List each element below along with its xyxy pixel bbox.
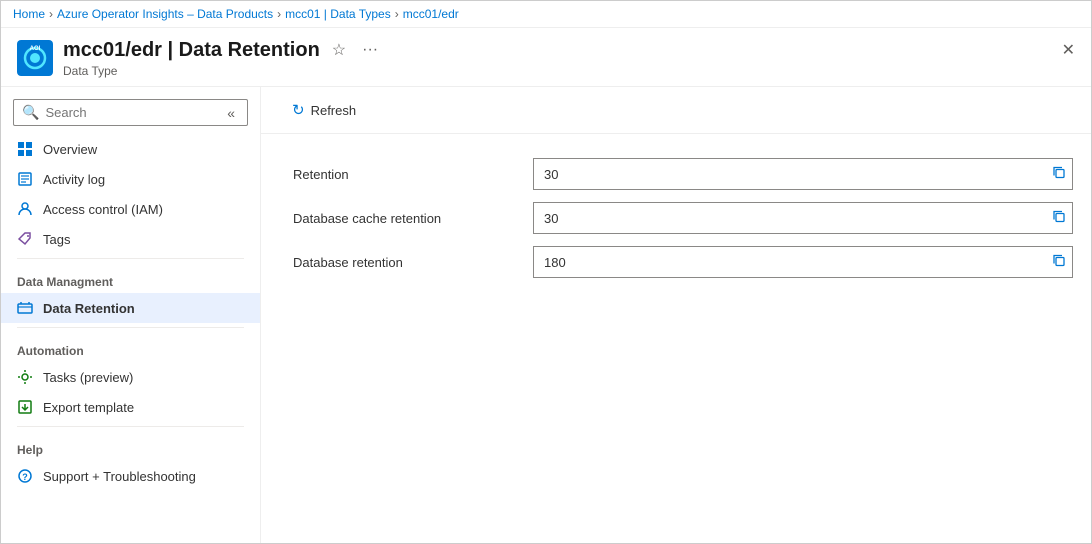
db-retention-value-box: 180 (533, 246, 1073, 278)
retention-value: 30 (544, 167, 1062, 182)
main-window: Home › Azure Operator Insights – Data Pr… (0, 0, 1092, 544)
db-cache-retention-field-row: Database cache retention 30 (293, 202, 1059, 234)
sidebar-item-tasks[interactable]: Tasks (preview) (1, 362, 260, 392)
db-retention-field-row: Database retention 180 (293, 246, 1059, 278)
search-container: 🔍 « (13, 99, 248, 126)
retention-copy-button[interactable] (1052, 166, 1066, 183)
sidebar-item-export-template-label: Export template (43, 400, 134, 415)
breadcrumb-current[interactable]: mcc01/edr (403, 7, 459, 21)
retention-value-box: 30 (533, 158, 1073, 190)
main-content: ↻ Refresh Retention 30 (261, 87, 1091, 543)
sidebar-item-data-retention[interactable]: Data Retention (1, 293, 260, 323)
svg-text:AOI: AOI (30, 46, 41, 52)
db-cache-retention-value: 30 (544, 211, 1062, 226)
sidebar-item-overview[interactable]: Overview (1, 134, 260, 164)
section-data-management: Data Managment (1, 263, 260, 293)
section-help: Help (1, 431, 260, 461)
sidebar-item-support-label: Support + Troubleshooting (43, 469, 196, 484)
page-header: AOI mcc01/edr | Data Retention ☆ ··· Dat… (1, 28, 1091, 87)
tags-icon (17, 231, 33, 247)
support-icon: ? (17, 468, 33, 484)
sidebar-item-data-retention-label: Data Retention (43, 301, 135, 316)
db-retention-copy-button[interactable] (1052, 254, 1066, 271)
breadcrumb-data-types[interactable]: mcc01 | Data Types (285, 7, 391, 21)
db-retention-value: 180 (544, 255, 1062, 270)
sidebar-item-tags-label: Tags (43, 232, 70, 247)
search-icon: 🔍 (22, 104, 39, 121)
sidebar-item-iam[interactable]: Access control (IAM) (1, 194, 260, 224)
svg-text:?: ? (22, 472, 28, 482)
db-cache-retention-copy-button[interactable] (1052, 210, 1066, 227)
retention-field-row: Retention 30 (293, 158, 1059, 190)
resource-type: Data Type (63, 64, 1075, 78)
retention-label: Retention (293, 167, 533, 182)
refresh-icon: ↻ (292, 101, 305, 119)
divider-2 (17, 327, 244, 328)
db-cache-retention-label: Database cache retention (293, 211, 533, 226)
sidebar-item-activity-log[interactable]: Activity log (1, 164, 260, 194)
db-retention-label: Database retention (293, 255, 533, 270)
section-automation: Automation (1, 332, 260, 362)
search-input[interactable] (45, 105, 217, 120)
data-retention-content: Retention 30 Database cache retention (261, 134, 1091, 314)
sidebar-item-tags[interactable]: Tags (1, 224, 260, 254)
iam-icon (17, 201, 33, 217)
refresh-label: Refresh (311, 103, 357, 118)
toolbar: ↻ Refresh (261, 87, 1091, 134)
more-button[interactable]: ··· (358, 39, 382, 61)
breadcrumb-home[interactable]: Home (13, 7, 45, 21)
body-container: 🔍 « Overview Activity log (1, 87, 1091, 543)
divider-3 (17, 426, 244, 427)
sidebar: 🔍 « Overview Activity log (1, 87, 261, 543)
sidebar-item-activity-log-label: Activity log (43, 172, 105, 187)
breadcrumb: Home › Azure Operator Insights – Data Pr… (1, 1, 1091, 28)
sidebar-item-tasks-label: Tasks (preview) (43, 370, 133, 385)
sidebar-item-support[interactable]: ? Support + Troubleshooting (1, 461, 260, 491)
tasks-icon (17, 369, 33, 385)
activity-log-icon (17, 171, 33, 187)
data-retention-icon (17, 300, 33, 316)
overview-icon (17, 141, 33, 157)
page-title: mcc01/edr | Data Retention (63, 39, 320, 62)
sidebar-item-overview-label: Overview (43, 142, 97, 157)
export-template-icon (17, 399, 33, 415)
favorite-button[interactable]: ☆ (328, 38, 350, 62)
collapse-sidebar-button[interactable]: « (223, 105, 239, 121)
sidebar-item-export-template[interactable]: Export template (1, 392, 260, 422)
sidebar-item-iam-label: Access control (IAM) (43, 202, 163, 217)
breadcrumb-data-products[interactable]: Azure Operator Insights – Data Products (57, 7, 273, 21)
resource-icon: AOI (17, 40, 53, 76)
divider-1 (17, 258, 244, 259)
db-cache-retention-value-box: 30 (533, 202, 1073, 234)
refresh-button[interactable]: ↻ Refresh (281, 95, 367, 125)
close-button[interactable]: ✕ (1062, 40, 1075, 60)
